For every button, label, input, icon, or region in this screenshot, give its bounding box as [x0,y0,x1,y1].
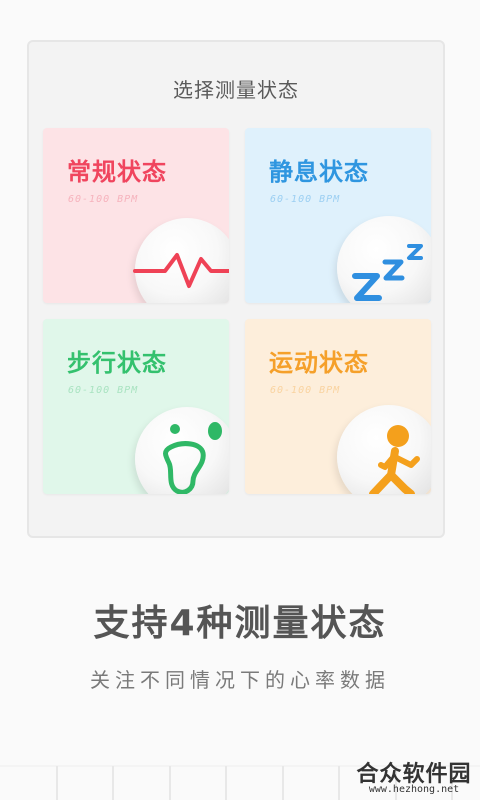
card-walking-state[interactable]: 步行状态 60-100 BPM [43,319,229,494]
card-normal-state[interactable]: 常规状态 60-100 BPM [43,128,229,303]
panel-title: 选择测量状态 [173,78,299,102]
footprint-icon [163,422,222,494]
feature-subline: 关注不同情况下的心率数据 [90,668,390,692]
watermark-url: www.hezhong.net [368,784,460,795]
feature-headline: 支持4种测量状态 [93,603,387,644]
heartbeat-icon [133,253,229,288]
card-exercise-state[interactable]: 运动状态 60-100 BPM [245,319,431,494]
running-person-icon [369,425,420,494]
sleep-zzz-icon [352,244,423,301]
card-resting-state[interactable]: 静息状态 60-100 BPM [245,128,431,303]
